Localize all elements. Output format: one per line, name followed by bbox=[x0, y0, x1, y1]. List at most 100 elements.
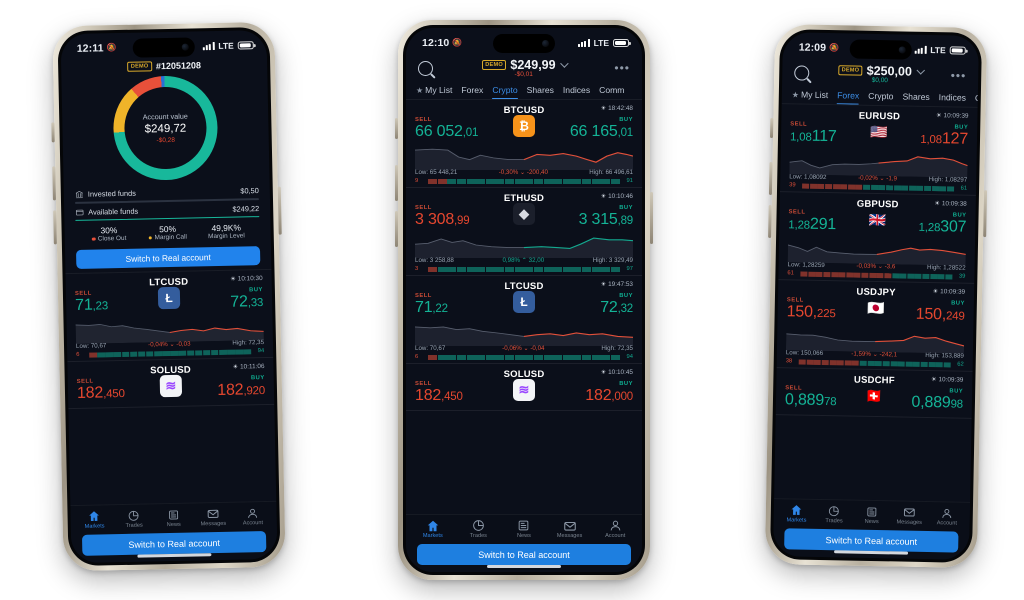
tab-crypto[interactable]: Crypto bbox=[868, 91, 893, 105]
sell-price: 182,450 bbox=[76, 384, 125, 403]
tab-trades[interactable]: Trades bbox=[815, 504, 853, 525]
quote-row-btcusd[interactable]: BTCUSD ☀ 18:42:48 SELL 66 052,01 ₿ BUY 6… bbox=[406, 100, 642, 188]
sparkline-svg bbox=[415, 326, 633, 346]
tab-indices[interactable]: Indices bbox=[563, 85, 590, 99]
tab-news[interactable]: News bbox=[154, 508, 194, 529]
buy-side[interactable]: BUY 72,32 bbox=[600, 293, 633, 318]
solana-icon: ≋ bbox=[159, 374, 183, 398]
tab-forex[interactable]: Forex bbox=[461, 85, 483, 99]
sell-side[interactable]: SELL 3 308,99 bbox=[415, 205, 470, 230]
account-id-row[interactable]: DEMO #12051208 bbox=[61, 58, 267, 73]
tab-account[interactable]: Account bbox=[928, 506, 966, 527]
buy-side[interactable]: BUY 72,33 bbox=[230, 287, 263, 313]
quote-row-usdchf[interactable]: USDCHF ☀ 10:09:39 SELL 0,88978 🇨🇭 BUY 0,… bbox=[775, 368, 973, 419]
quote-low: Low: 65 448,21 bbox=[415, 169, 458, 176]
volume-up-button[interactable] bbox=[768, 161, 773, 195]
quote-row-ethusd[interactable]: ETHUSD ☀ 10:10:46 SELL 3 308,99 ◆ BUY 3 … bbox=[406, 188, 642, 276]
more-horizontal-icon[interactable]: ••• bbox=[614, 62, 630, 74]
tab-account[interactable]: Account bbox=[233, 506, 273, 527]
depth-sell-pct: 38 bbox=[785, 358, 793, 365]
sell-side[interactable]: SELL 1,08117 bbox=[790, 121, 837, 147]
sell-side[interactable]: SELL 71,22 bbox=[415, 293, 448, 318]
invested-funds-label: Invested funds bbox=[87, 188, 137, 199]
account-switcher[interactable]: DEMO $250,00 $0,00 bbox=[809, 63, 951, 86]
power-button[interactable] bbox=[983, 190, 988, 238]
power-button[interactable] bbox=[277, 186, 282, 235]
tab-commodities[interactable]: Comm bbox=[975, 93, 978, 107]
buy-side[interactable]: BUY 182,000 bbox=[585, 381, 633, 406]
quote-row-eurusd[interactable]: EURUSD ☀ 10:09:39 SELL 1,08117 🇺🇸 BUY 1,… bbox=[779, 104, 978, 196]
tab-news-label: News bbox=[166, 521, 181, 529]
tab-news[interactable]: News bbox=[501, 519, 547, 539]
volume-up-button[interactable] bbox=[52, 166, 56, 201]
sun-icon: ☀ bbox=[600, 106, 607, 112]
quote-row-ltcusd[interactable]: LTCUSD ☀ 10:10:30 SELL 71,23 Ł BUY 72,33… bbox=[65, 270, 274, 363]
sell-side[interactable]: SELL 182,450 bbox=[77, 378, 125, 404]
account-number: #12051208 bbox=[155, 60, 202, 72]
sell-side[interactable]: SELL 66 052,01 bbox=[415, 117, 478, 142]
tab-my-list[interactable]: ★ My List bbox=[792, 89, 829, 104]
quote-row-ltcusd[interactable]: LTCUSD ☀ 19:47:53 SELL 71,22 Ł BUY 72,32… bbox=[406, 276, 642, 364]
account-switcher[interactable]: DEMO $249,99 -$0,01 bbox=[433, 58, 614, 78]
switch-to-real-account-button[interactable]: Switch to Real account bbox=[81, 531, 267, 556]
buy-side[interactable]: BUY 1,28307 bbox=[918, 212, 966, 238]
tab-markets[interactable]: Markets bbox=[410, 519, 456, 539]
volume-down-button[interactable] bbox=[395, 211, 398, 247]
depth-meter: 6 94 bbox=[76, 348, 264, 358]
tab-shares[interactable]: Shares bbox=[902, 91, 929, 106]
market-category-tabs: ★ My List Forex Crypto Shares Indices Com… bbox=[782, 84, 978, 107]
tab-my-list[interactable]: ★ My List bbox=[416, 85, 452, 99]
search-icon[interactable] bbox=[418, 60, 433, 76]
tab-trades[interactable]: Trades bbox=[456, 519, 502, 539]
phone-bezel: 12:10 🔕 LTE DEMO $249,99 -$0,01 ••• ★ My… bbox=[403, 25, 645, 575]
switch-to-real-account-button[interactable]: Switch to Real account bbox=[784, 528, 959, 553]
sun-icon: ☀ bbox=[600, 282, 607, 288]
switch-to-real-account-button-inline[interactable]: Switch to Real account bbox=[76, 246, 261, 270]
tab-account[interactable]: Account bbox=[592, 519, 638, 539]
quote-row-solusd[interactable]: SOLUSD ☀ 10:11:06 SELL 182,450 ≋ BUY 182… bbox=[67, 358, 275, 410]
tab-commodities[interactable]: Comm bbox=[599, 85, 624, 99]
account-donut-chart: Account value $249,72 -$0,28 bbox=[61, 72, 269, 184]
tab-trades[interactable]: Trades bbox=[114, 508, 154, 529]
tab-markets[interactable]: Markets bbox=[74, 509, 114, 530]
buy-side[interactable]: BUY 0,88998 bbox=[911, 388, 963, 414]
power-button[interactable] bbox=[650, 192, 653, 244]
more-horizontal-icon[interactable]: ••• bbox=[951, 68, 967, 82]
mute-switch[interactable] bbox=[770, 117, 774, 138]
buy-side[interactable]: BUY 150,249 bbox=[916, 300, 965, 326]
buy-side[interactable]: BUY 66 165,01 bbox=[570, 117, 633, 142]
switch-to-real-account-button[interactable]: Switch to Real account bbox=[417, 544, 631, 565]
depth-bars bbox=[428, 266, 620, 272]
tab-news[interactable]: News bbox=[853, 505, 891, 526]
quote-row-gbpusd[interactable]: GBPUSD ☀ 10:09:38 SELL 1,28291 🇬🇧 BUY 1,… bbox=[778, 192, 976, 284]
tab-crypto[interactable]: Crypto bbox=[492, 85, 518, 99]
volume-down-button[interactable] bbox=[768, 204, 772, 238]
quote-row-usdjpy[interactable]: USDJPY ☀ 10:09:39 SELL 150,225 🇯🇵 BUY 15… bbox=[776, 280, 975, 372]
buy-side[interactable]: BUY 1,08127 bbox=[920, 124, 968, 150]
volume-down-button[interactable] bbox=[53, 210, 57, 245]
search-icon[interactable] bbox=[794, 64, 810, 81]
buy-side[interactable]: BUY 182,920 bbox=[217, 375, 265, 401]
tab-messages[interactable]: Messages bbox=[890, 505, 928, 526]
sell-price: 1,08117 bbox=[789, 127, 837, 146]
tab-messages[interactable]: Messages bbox=[547, 519, 593, 539]
tab-shares[interactable]: Shares bbox=[527, 85, 554, 99]
mute-switch[interactable] bbox=[51, 122, 55, 143]
sell-side[interactable]: SELL 71,23 bbox=[75, 290, 108, 316]
sell-side[interactable]: SELL 1,28291 bbox=[788, 209, 836, 235]
demo-badge: DEMO bbox=[481, 60, 507, 70]
donut-delta: -$0,28 bbox=[156, 136, 176, 145]
tab-forex[interactable]: Forex bbox=[837, 90, 859, 104]
volume-up-button[interactable] bbox=[395, 165, 398, 201]
tab-indices[interactable]: Indices bbox=[939, 92, 966, 107]
tab-markets[interactable]: Markets bbox=[778, 503, 816, 524]
signal-bars-icon bbox=[578, 38, 590, 47]
sell-side[interactable]: SELL 182,450 bbox=[415, 381, 463, 406]
tab-messages[interactable]: Messages bbox=[193, 507, 233, 528]
sell-side[interactable]: SELL 0,88978 bbox=[785, 385, 837, 411]
sell-side[interactable]: SELL 150,225 bbox=[786, 297, 836, 323]
buy-side[interactable]: BUY 3 315,89 bbox=[579, 205, 634, 230]
mute-switch[interactable] bbox=[395, 118, 398, 139]
depth-buy-pct: 62 bbox=[957, 361, 964, 368]
quote-row-solusd[interactable]: SOLUSD ☀ 10:10:45 SELL 182,450 ≋ BUY 182… bbox=[406, 364, 642, 411]
